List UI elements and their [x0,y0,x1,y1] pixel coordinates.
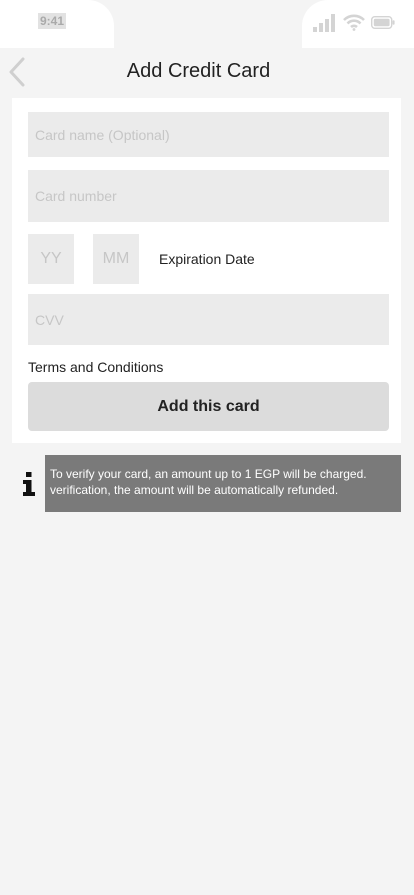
add-card-button[interactable]: Add this card [28,382,389,431]
credit-card-form: Expiration Date Terms and Conditions Add… [12,98,401,443]
cvv-input[interactable] [28,294,389,345]
info-message-line: verification, the amount will be automat… [50,483,339,497]
expiry-month-input[interactable] [93,234,139,284]
header: Add Credit Card [0,48,414,98]
terms-and-conditions-link[interactable]: Terms and Conditions [28,359,163,375]
page-title: Add Credit Card [126,60,271,82]
verification-info-banner: To verify your card, an amount up to 1 E… [12,455,401,512]
expiry-year-input[interactable] [28,234,74,284]
card-name-input[interactable] [28,112,389,157]
status-bar: 9:41 [0,0,414,48]
info-message-line: To verify your card, an amount up to 1 E… [50,467,367,481]
expiration-date-label: Expiration Date [159,251,255,267]
card-number-input[interactable] [28,170,389,222]
info-message: To verify your card, an amount up to 1 E… [50,466,395,498]
info-icon [22,471,35,496]
battery-icon [371,16,395,29]
cellular-signal-icon [313,14,335,32]
status-time: 9:41 [38,13,67,29]
wifi-icon [343,14,365,31]
info-icon-container [12,455,45,512]
